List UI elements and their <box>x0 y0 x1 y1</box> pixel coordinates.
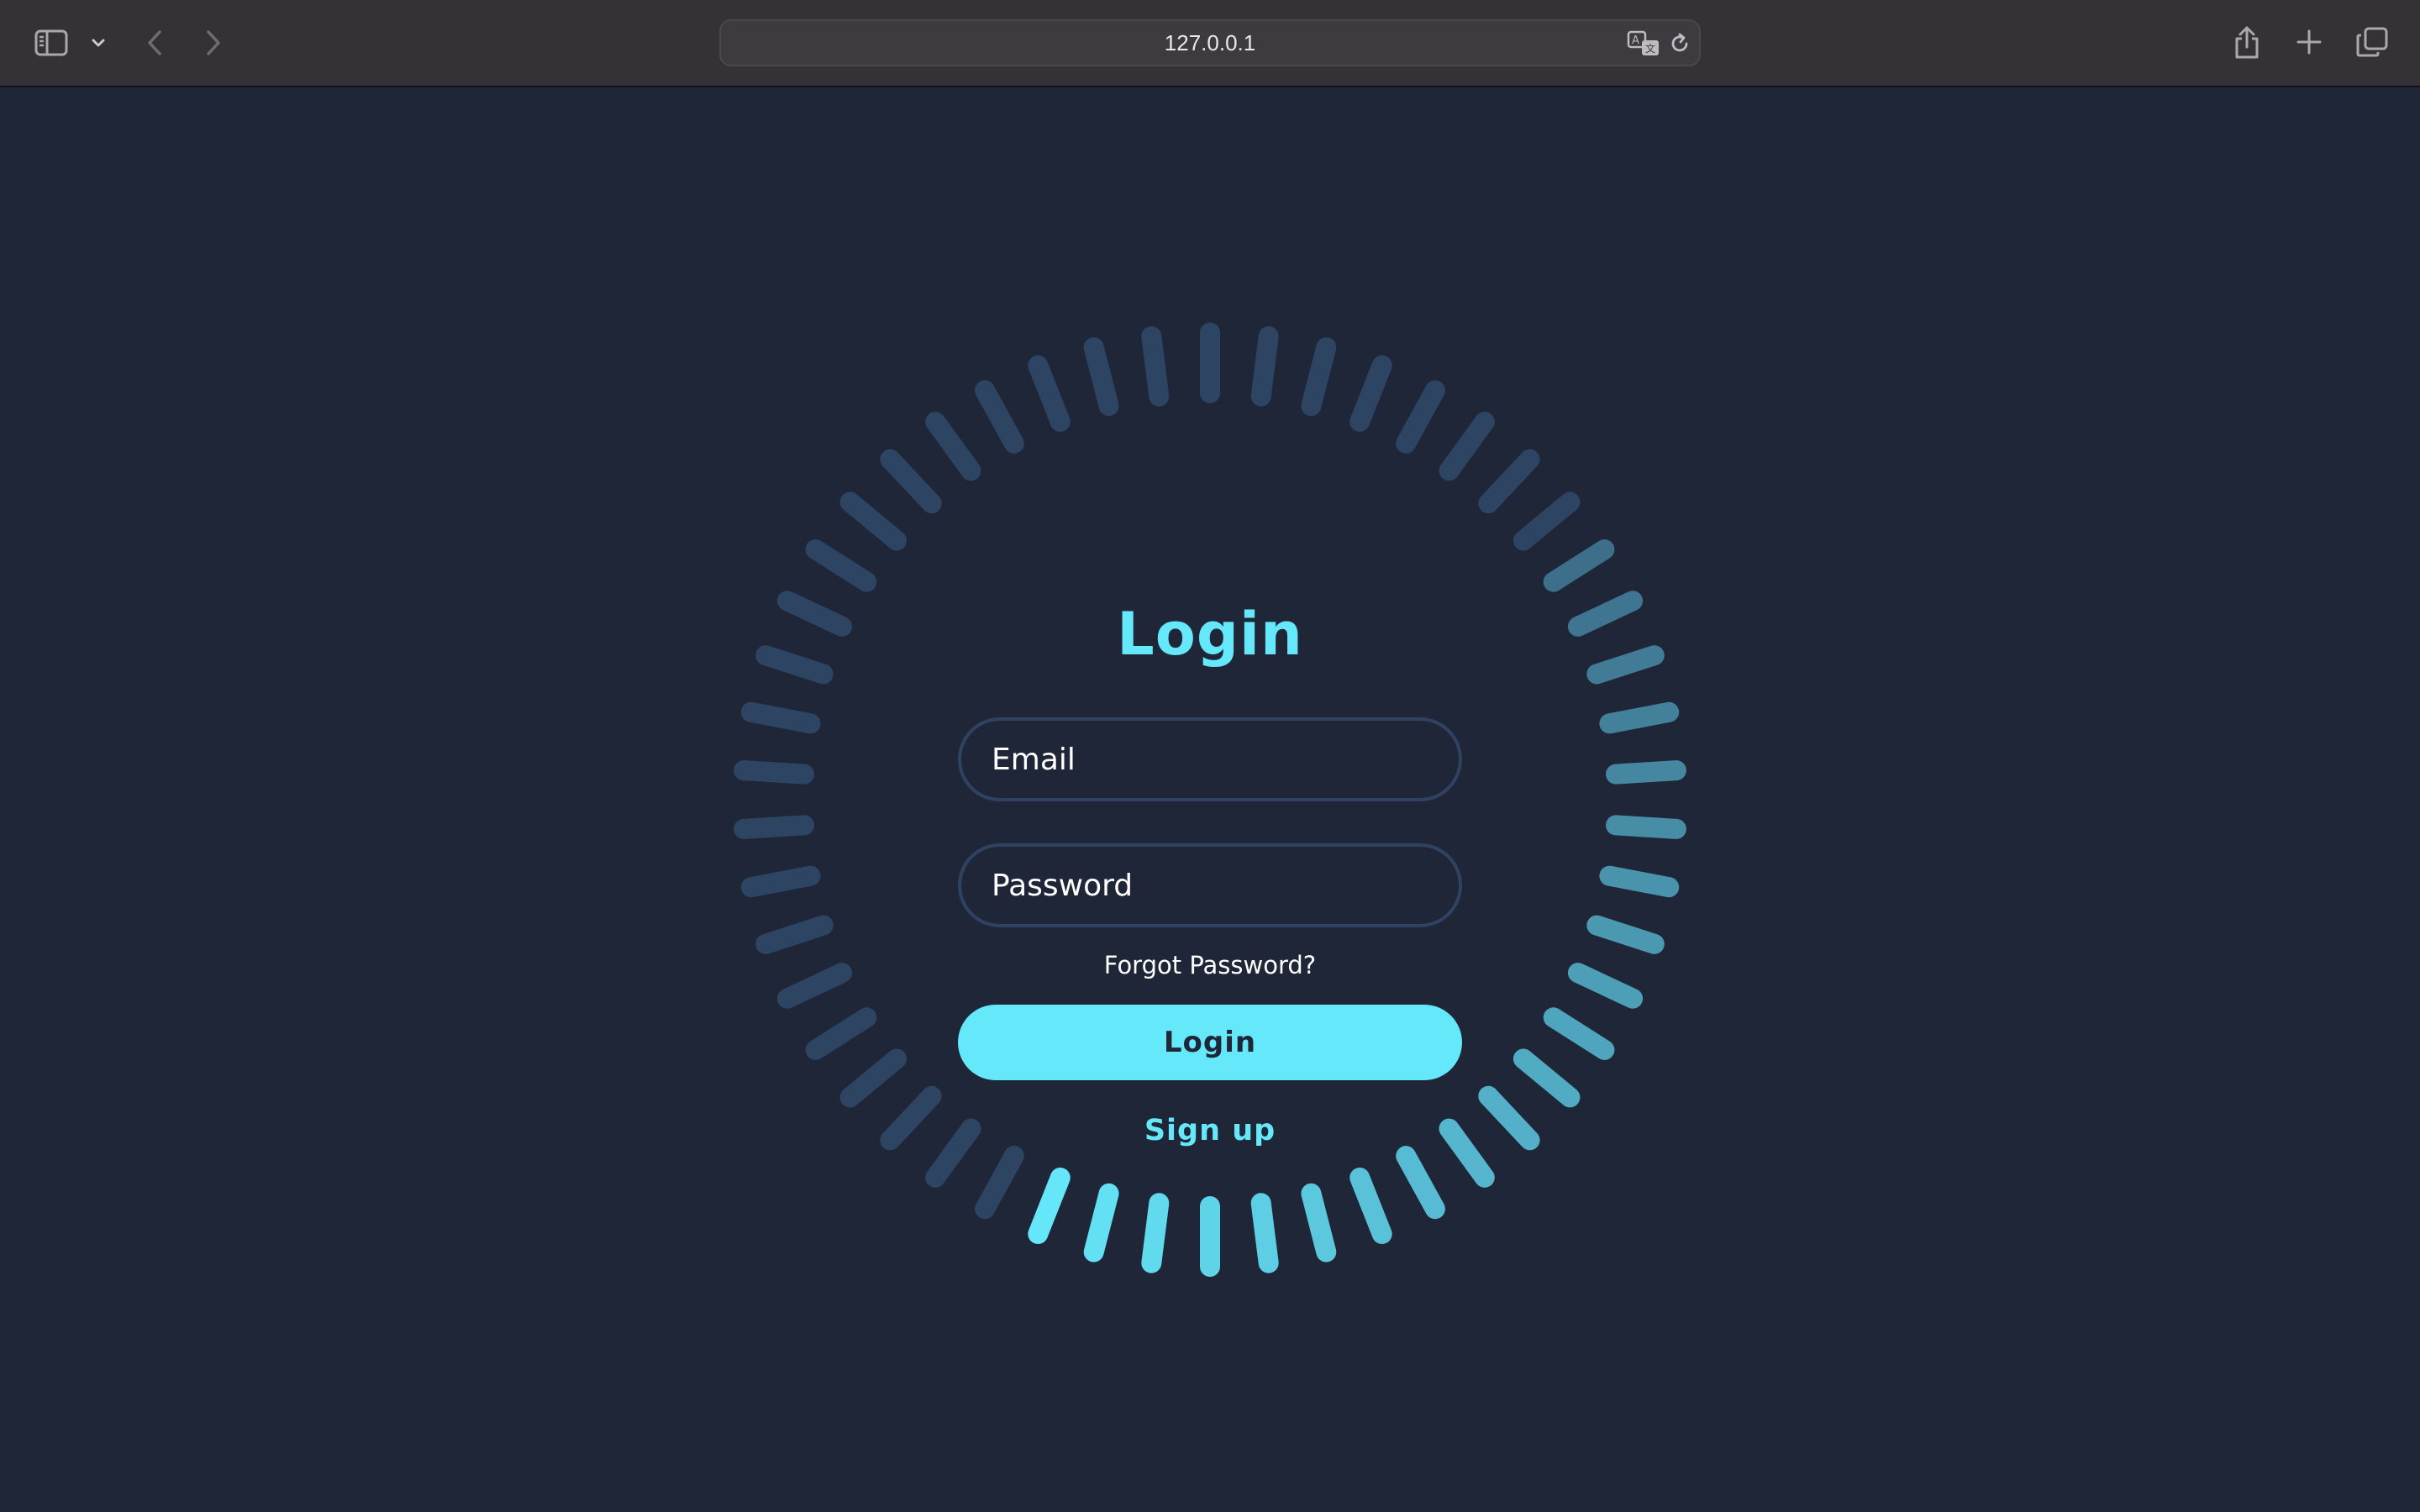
ring-bar <box>1396 380 1445 454</box>
login-button[interactable]: Login <box>958 1005 1462 1080</box>
ring-bar <box>740 701 821 734</box>
ring-bar <box>1599 865 1680 898</box>
ring-bar <box>1083 337 1119 417</box>
ring-bar <box>805 1007 877 1060</box>
sidebar-icon[interactable] <box>30 25 72 60</box>
ring-bar <box>755 915 834 954</box>
browser-toolbar: 127.0.0.1 A 文 <box>0 0 2420 87</box>
ring-bar <box>1567 963 1644 1009</box>
ring-bar <box>1512 1048 1581 1108</box>
address-bar[interactable]: 127.0.0.1 A 文 <box>719 19 1701 66</box>
ring-bar <box>839 1048 908 1108</box>
svg-text:文: 文 <box>1645 42 1655 55</box>
ring-bar <box>1599 701 1680 734</box>
back-icon[interactable] <box>141 25 168 60</box>
ring-bar <box>925 412 981 481</box>
svg-text:A: A <box>1632 34 1639 47</box>
ring-bar <box>1586 645 1665 685</box>
forward-icon[interactable] <box>200 25 227 60</box>
ring-bar <box>1439 412 1495 481</box>
ring-bar <box>740 865 821 898</box>
ring-bar <box>1028 355 1071 432</box>
ring-bar <box>1250 326 1279 407</box>
ring-bar <box>1349 355 1392 432</box>
chevron-down-icon[interactable] <box>87 32 109 54</box>
translate-icon[interactable]: A 文 <box>1627 29 1660 58</box>
url-text[interactable]: 127.0.0.1 <box>721 21 1699 65</box>
ring-bar <box>805 539 877 592</box>
ring-bar <box>1141 326 1170 407</box>
share-icon[interactable] <box>2228 22 2265 62</box>
tabs-icon[interactable] <box>2353 24 2391 60</box>
ring-bar <box>734 815 814 839</box>
page-viewport: Login Forgot Password? Login Sign up <box>0 87 2420 1512</box>
login-form: Login Forgot Password? Login Sign up <box>958 516 1462 1255</box>
ring-bar <box>839 491 908 551</box>
email-field[interactable] <box>958 717 1462 801</box>
signup-link[interactable]: Sign up <box>958 1114 1462 1147</box>
ring-bar <box>776 591 853 637</box>
ring-bar <box>1543 539 1615 592</box>
ring-bar <box>1301 337 1337 417</box>
ring-bar <box>1512 491 1581 551</box>
ring-bar <box>1567 591 1644 637</box>
ring-bar <box>880 1085 942 1151</box>
ring-bar <box>755 645 834 685</box>
ring-bar <box>1606 760 1686 785</box>
reload-icon[interactable] <box>1667 31 1692 56</box>
ring-bar <box>776 963 853 1009</box>
login-title: Login <box>1117 600 1303 669</box>
forgot-password-link[interactable]: Forgot Password? <box>958 951 1462 979</box>
ring-bar <box>975 380 1024 454</box>
ring-bar <box>1478 1085 1540 1151</box>
ring-bar <box>1543 1007 1615 1060</box>
plus-icon[interactable] <box>2291 24 2328 60</box>
ring-bar <box>1478 449 1540 514</box>
ring-bar <box>1586 915 1665 954</box>
ring-bar <box>880 449 942 514</box>
ring-bar <box>1606 815 1686 839</box>
ring-bar <box>734 760 814 785</box>
password-field[interactable] <box>958 843 1462 927</box>
